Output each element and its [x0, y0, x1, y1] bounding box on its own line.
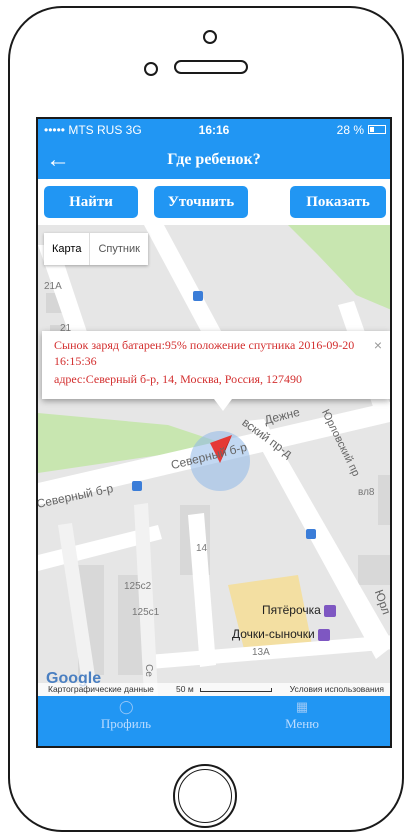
person-icon: ◯: [119, 699, 134, 714]
poi-label: Дочки-сыночки: [232, 627, 315, 641]
poi-dochki-synochki[interactable]: Дочки-сыночки: [232, 627, 330, 641]
scale-bar: [200, 688, 272, 692]
map-data-link[interactable]: Картографические данные: [48, 684, 154, 694]
building-label: 14: [196, 543, 208, 554]
bus-stop-icon: [132, 481, 142, 491]
tab-menu-label: Меню: [285, 716, 319, 731]
bus-stop-icon: [306, 529, 316, 539]
poi-label: Пятёрочка: [262, 603, 321, 617]
building-label: 21А: [44, 281, 62, 292]
tab-profile-label: Профиль: [100, 716, 152, 731]
battery-text: 28 %: [336, 123, 364, 137]
tab-bar: ◯ Профиль ▦ Меню: [38, 696, 390, 746]
book-icon: ▦: [295, 699, 309, 714]
app-screen: ••••• MTS RUS 3G 16:16 28 % ← Где ребено…: [36, 117, 392, 748]
terms-link[interactable]: Условия использования: [290, 684, 384, 694]
battery-icon: [368, 125, 386, 134]
status-bar: ••••• MTS RUS 3G 16:16 28 %: [38, 119, 390, 141]
popup-address-text: адрес:Северный б-р, 14, Москва, Россия, …: [54, 372, 303, 386]
find-button[interactable]: Найти: [44, 186, 138, 218]
bus-stop-icon: [193, 291, 203, 301]
home-button-ring: [178, 769, 232, 823]
shopping-bag-icon: [323, 604, 336, 617]
nav-bar: ← Где ребенок?: [38, 141, 390, 179]
building-label: 125с2: [124, 581, 152, 592]
front-camera-icon: [203, 30, 217, 44]
building-label: вл8: [358, 487, 375, 498]
building-label: Се: [142, 664, 154, 677]
popup-pointer: [214, 399, 232, 411]
close-icon[interactable]: ×: [374, 337, 382, 353]
poi-pyaterochka[interactable]: Пятёрочка: [262, 603, 336, 617]
tab-menu[interactable]: ▦ Меню: [214, 696, 390, 746]
map-type-toggle: Карта Спутник: [44, 233, 148, 265]
map-type-map[interactable]: Карта: [44, 233, 91, 265]
building-label: 13А: [252, 647, 270, 658]
tab-profile[interactable]: ◯ Профиль: [38, 696, 214, 746]
action-toolbar: Найти Уточнить Показать: [38, 179, 390, 225]
map-view[interactable]: Карта Спутник 21А 21 Северный б-р Северны…: [38, 225, 390, 696]
refine-button[interactable]: Уточнить: [154, 186, 248, 218]
popup-status-text: Сынок заряд батарен:95% положение спутни…: [54, 338, 355, 368]
shopping-bag-icon: [317, 628, 330, 641]
proximity-sensor-icon: [144, 62, 158, 76]
show-button[interactable]: Показать: [290, 186, 386, 218]
building-label: 125с1: [132, 607, 160, 618]
page-title: Где ребенок?: [167, 151, 261, 168]
map-type-satellite[interactable]: Спутник: [90, 233, 147, 265]
scale-label: 50 м: [176, 684, 194, 694]
map-attribution: Картографические данные 50 м Условия исп…: [38, 683, 390, 696]
earpiece-speaker-icon: [174, 60, 248, 74]
location-info-popup: Сынок заряд батарен:95% положение спутни…: [42, 331, 390, 399]
